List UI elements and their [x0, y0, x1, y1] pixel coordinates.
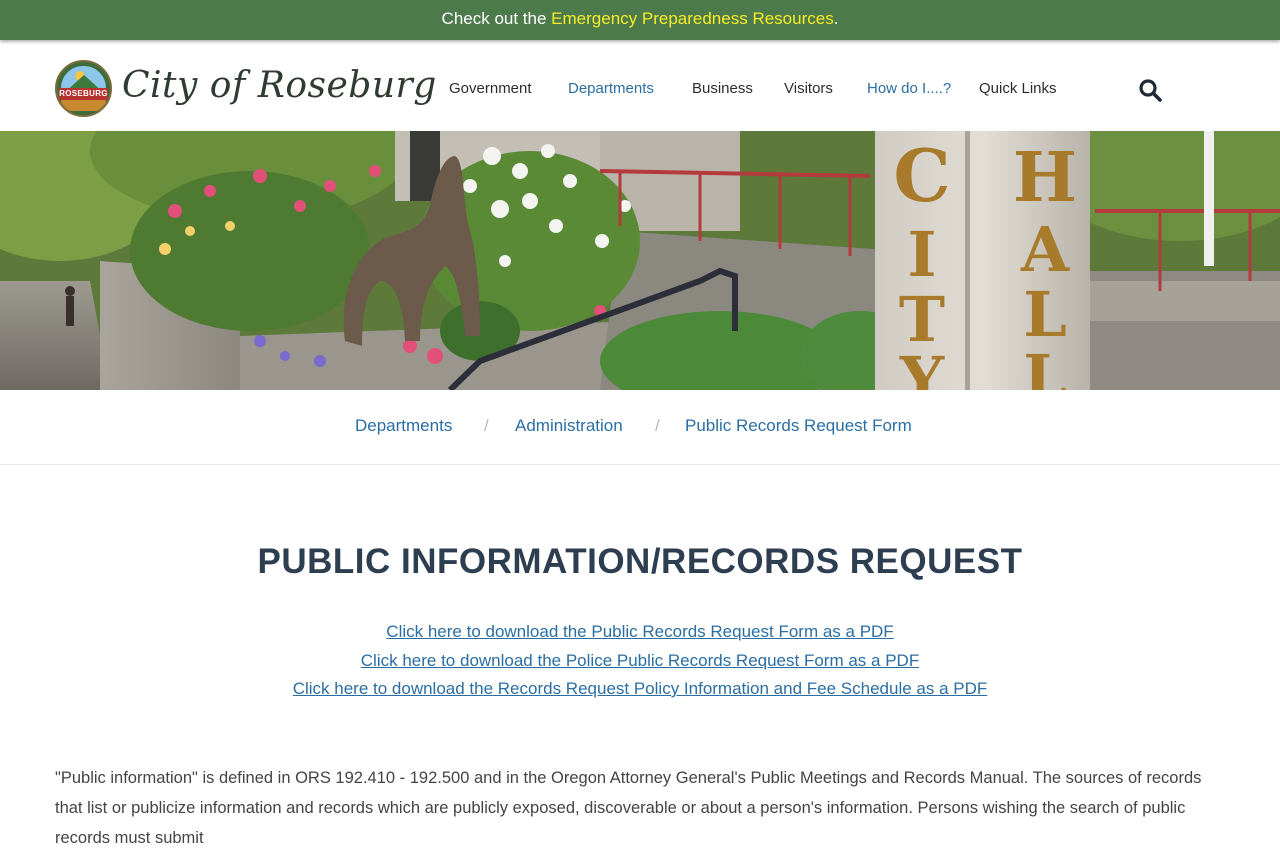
nav-government[interactable]: Government — [449, 80, 532, 97]
city-hall-photo: C I T Y H A L L — [0, 131, 1280, 390]
nav-visitors[interactable]: Visitors — [784, 80, 833, 97]
nav-how-do-i[interactable]: How do I....? — [867, 80, 951, 97]
seal-base — [61, 100, 106, 111]
fee-schedule-pdf-link[interactable]: Click here to download the Records Reque… — [0, 675, 1280, 704]
breadcrumb-current-page[interactable]: Public Records Request Form — [685, 416, 912, 436]
sign-letter-l2: L — [1023, 341, 1067, 390]
breadcrumb-separator: / — [484, 416, 489, 435]
public-records-form-pdf-link[interactable]: Click here to download the Public Record… — [0, 618, 1280, 647]
alert-banner: Check out the Emergency Preparedness Res… — [0, 0, 1280, 40]
breadcrumb-separator: / — [655, 416, 660, 435]
seal-ribbon: ROSEBURG — [59, 88, 108, 100]
public-information-paragraph: "Public information" is defined in ORS 1… — [55, 769, 1202, 847]
sign-letter-c: C — [893, 133, 950, 218]
nav-departments[interactable]: Departments — [568, 80, 654, 97]
site-title[interactable]: City of Roseburg — [122, 65, 437, 106]
breadcrumb-departments[interactable]: Departments — [355, 416, 452, 436]
emergency-preparedness-link[interactable]: Emergency Preparedness Resources — [551, 9, 834, 28]
page-title: PUBLIC INFORMATION/RECORDS REQUEST — [257, 542, 1023, 581]
alert-suffix: . — [833, 9, 839, 28]
sign-letter-h: H — [1013, 138, 1077, 218]
police-records-form-pdf-link[interactable]: Click here to download the Police Public… — [0, 647, 1280, 676]
alert-prefix: Check out the — [441, 9, 552, 28]
nav-business[interactable]: Business — [692, 80, 753, 97]
sign-letter-a: A — [1020, 213, 1070, 286]
search-icon[interactable] — [1138, 78, 1162, 102]
breadcrumb-administration[interactable]: Administration — [515, 416, 623, 436]
hero-image: C I T Y H A L L — [0, 131, 1280, 390]
sign-letter-y: Y — [899, 343, 945, 390]
nav-quick-links[interactable]: Quick Links — [979, 80, 1057, 97]
download-links: Click here to download the Public Record… — [0, 618, 1280, 704]
breadcrumb: Departments / Administration / Public Re… — [0, 390, 1280, 465]
sign-letter-i: I — [907, 218, 936, 291]
site-header: ROSEBURG City of Roseburg Government Dep… — [0, 40, 1280, 131]
city-seal-logo[interactable]: ROSEBURG — [55, 60, 112, 117]
